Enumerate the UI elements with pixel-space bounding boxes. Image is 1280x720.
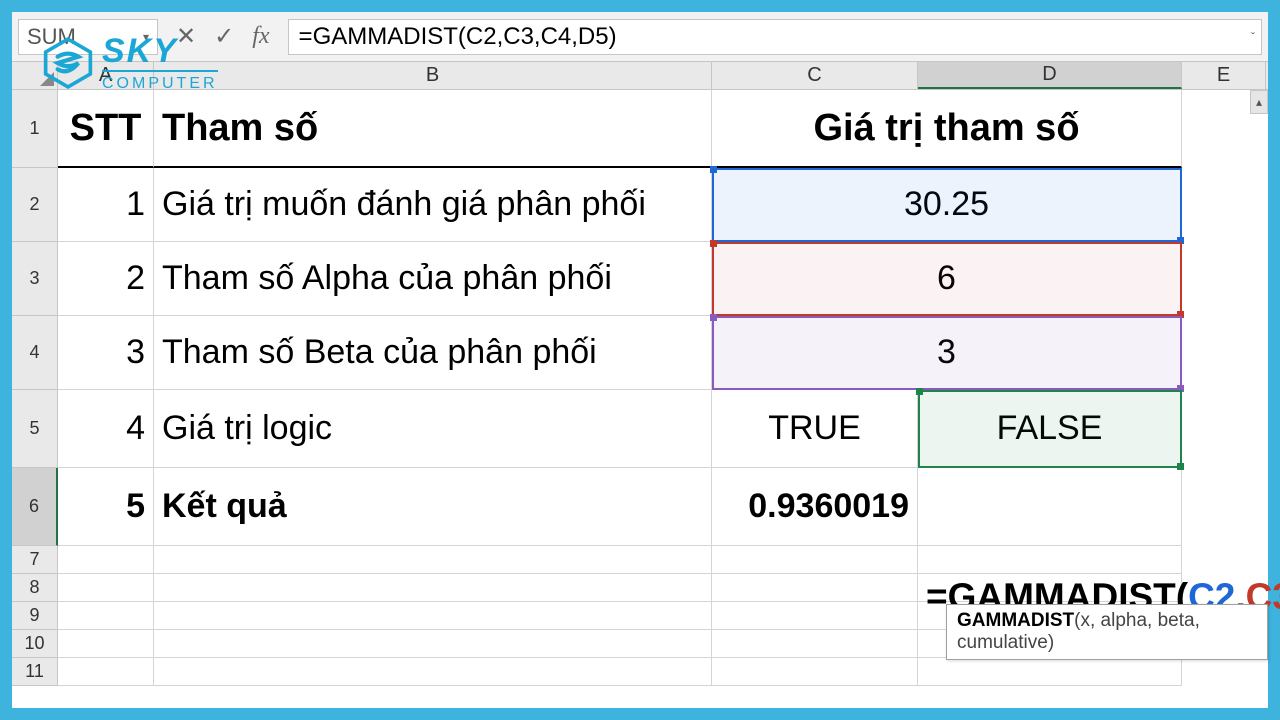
- spreadsheet-window: SUM ▾ ✕ ✓ fx =GAMMADIST(C2,C3,C4,D5) ˇ A…: [12, 12, 1268, 708]
- row-header-10[interactable]: 10: [12, 630, 58, 658]
- cell-b3[interactable]: Tham số Alpha của phân phối: [154, 242, 712, 316]
- cell-cd3-merged[interactable]: 6: [712, 242, 1182, 316]
- cell-c7[interactable]: [712, 546, 918, 574]
- row-header-5[interactable]: 5: [12, 390, 58, 468]
- cell-a9[interactable]: [58, 602, 154, 630]
- cell-b8[interactable]: [154, 574, 712, 602]
- cell-c8[interactable]: [712, 574, 918, 602]
- cell-b5[interactable]: Giá trị logic: [154, 390, 712, 468]
- cell-a6[interactable]: 5: [58, 468, 154, 546]
- cell-a1[interactable]: STT: [58, 90, 154, 168]
- row-header-2[interactable]: 2: [12, 168, 58, 242]
- col-label: E: [1217, 64, 1230, 87]
- formula-expand-icon[interactable]: ˇ: [1251, 30, 1255, 44]
- function-tooltip: GAMMADIST(x, alpha, beta, cumulative): [946, 604, 1268, 660]
- formula-text: =GAMMADIST(C2,C3,C4,D5): [299, 23, 617, 51]
- fx-icon[interactable]: fx: [252, 23, 269, 50]
- cell-b2[interactable]: Giá trị muốn đánh giá phân phối: [154, 168, 712, 242]
- cell-a8[interactable]: [58, 574, 154, 602]
- cell-cd2-merged[interactable]: 30.25: [712, 168, 1182, 242]
- cells[interactable]: STT Tham số Giá trị tham số 1 Giá trị mu…: [58, 90, 1268, 686]
- row-headers: 1 2 3 4 5 6 7 8 9 10 11: [12, 90, 58, 686]
- grid: 1 2 3 4 5 6 7 8 9 10 11 STT Tham số Giá …: [12, 90, 1268, 686]
- row-header-6[interactable]: 6: [12, 468, 58, 546]
- col-label: B: [426, 64, 439, 87]
- row-header-11[interactable]: 11: [12, 658, 58, 686]
- brand-mark-icon: [42, 37, 94, 89]
- brand-sub: COMPUTER: [102, 76, 218, 92]
- col-header-d[interactable]: D: [918, 62, 1182, 89]
- cell-b1[interactable]: Tham số: [154, 90, 712, 168]
- brand-text: SKY COMPUTER: [102, 34, 218, 92]
- col-header-b[interactable]: B: [154, 62, 712, 89]
- cell-a3[interactable]: 2: [58, 242, 154, 316]
- cell-a7[interactable]: [58, 546, 154, 574]
- row-header-9[interactable]: 9: [12, 602, 58, 630]
- col-label: C: [807, 64, 821, 87]
- cell-a5[interactable]: 4: [58, 390, 154, 468]
- cell-cd4-merged[interactable]: 3: [712, 316, 1182, 390]
- cell-b4[interactable]: Tham số Beta của phân phối: [154, 316, 712, 390]
- row-header-7[interactable]: 7: [12, 546, 58, 574]
- cell-cd1-merged[interactable]: Giá trị tham số: [712, 90, 1182, 168]
- formula-input[interactable]: =GAMMADIST(C2,C3,C4,D5) ˇ: [288, 19, 1262, 55]
- cell-d5[interactable]: FALSE: [918, 390, 1182, 468]
- brand-name: SKY: [102, 34, 218, 72]
- cell-c6[interactable]: 0.9360019: [712, 468, 918, 546]
- sheet-area: A B C D E 1 2 3 4 5 6 7 8 9 10 11 STT: [12, 62, 1268, 708]
- cell-c5[interactable]: TRUE: [712, 390, 918, 468]
- cell-a4[interactable]: 3: [58, 316, 154, 390]
- cell-b7[interactable]: [154, 546, 712, 574]
- cell-b6[interactable]: Kết quả: [154, 468, 712, 546]
- cell-c11[interactable]: [712, 658, 918, 686]
- col-header-c[interactable]: C: [712, 62, 918, 89]
- row-header-1[interactable]: 1: [12, 90, 58, 168]
- brand-logo: SKY COMPUTER: [42, 34, 218, 92]
- row-header-4[interactable]: 4: [12, 316, 58, 390]
- col-header-e[interactable]: E: [1182, 62, 1266, 89]
- cell-b10[interactable]: [154, 630, 712, 658]
- cell-a11[interactable]: [58, 658, 154, 686]
- col-label: D: [1042, 63, 1056, 86]
- cell-c9[interactable]: [712, 602, 918, 630]
- row-header-3[interactable]: 3: [12, 242, 58, 316]
- cell-a2[interactable]: 1: [58, 168, 154, 242]
- cell-a10[interactable]: [58, 630, 154, 658]
- row-header-8[interactable]: 8: [12, 574, 58, 602]
- cell-b11[interactable]: [154, 658, 712, 686]
- cell-c10[interactable]: [712, 630, 918, 658]
- cell-b9[interactable]: [154, 602, 712, 630]
- scroll-up-icon[interactable]: ▴: [1250, 90, 1268, 114]
